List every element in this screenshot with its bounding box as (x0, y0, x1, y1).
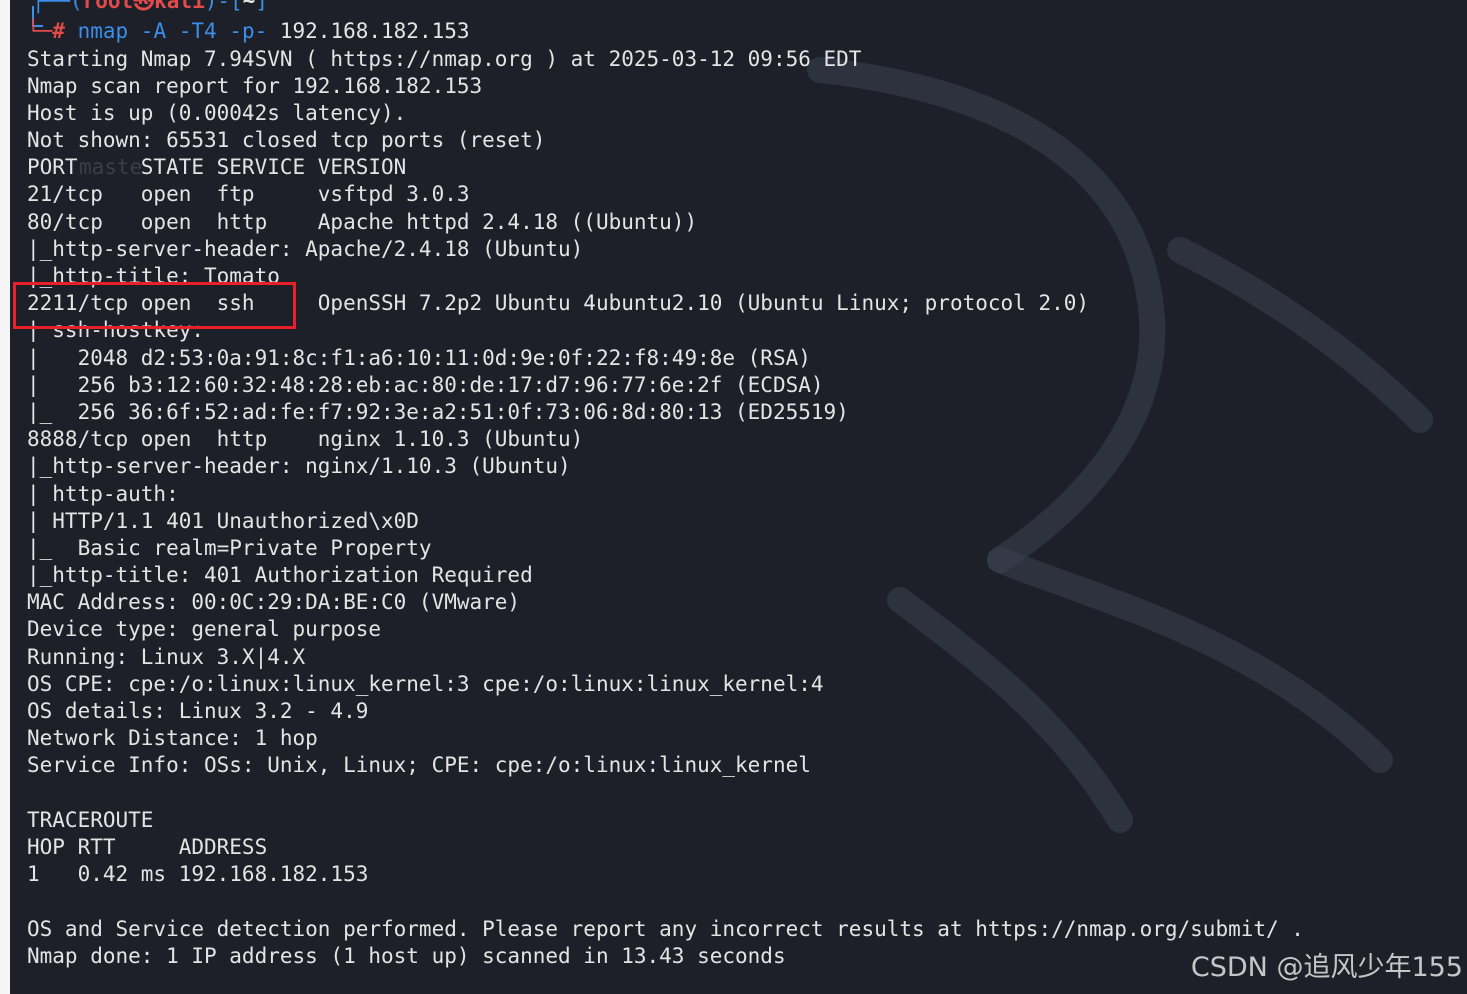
output-line: Network Distance: 1 hop (27, 726, 318, 751)
output-line: 80/tcp open http Apache httpd 2.4.18 ((U… (27, 209, 698, 234)
output-line: PORT STATE SERVICE VERSION (27, 155, 407, 180)
prompt-user: root㉿kali (82, 0, 205, 13)
output-line: OS details: Linux 3.2 - 4.9 (27, 699, 369, 723)
output-line: 1 0.42 ms 192.168.182.153 (27, 862, 369, 887)
prompt-mid-bracket: )-[ (204, 0, 243, 13)
output-line: HOP RTT ADDRESS (27, 834, 268, 859)
output-line: Device type: general purpose (27, 617, 382, 642)
prompt-close-bracket: ] (255, 0, 268, 13)
output-line: Running: Linux 3.X|4.X (27, 644, 306, 669)
output-line: Starting Nmap 7.94SVN ( https://nmap.org… (27, 46, 862, 71)
output-line: | http-auth: (27, 481, 192, 506)
csdn-watermark: CSDN @追风少年155 (1190, 952, 1463, 983)
output-line: Host is up (0.00042s latency). (27, 100, 407, 125)
command-target: 192.168.182.153 (279, 19, 470, 43)
output-line: Not shown: 65531 closed tcp ports (reset… (27, 128, 546, 153)
ssh-port-highlight-box (13, 282, 296, 329)
output-line: |_http-title: 401 Authorization Required (27, 563, 533, 588)
output-line: |_http-server-header: nginx/1.10.3 (Ubun… (27, 454, 571, 479)
command-text: nmap -A -T4 -p- (64, 19, 280, 43)
output-line: |_http-server-header: Apache/2.4.18 (Ubu… (27, 236, 584, 261)
output-line: | HTTP/1.1 401 Unauthorized\x0D (27, 508, 419, 533)
output-line: OS and Service detection performed. Plea… (27, 916, 1304, 941)
terminal-output[interactable]: Starting Nmap 7.94SVN ( https://nmap.org… (27, 46, 1304, 970)
output-line: MAC Address: 00:0C:29:DA:BE:C0 (VMware) (27, 590, 521, 615)
prompt-open-bracket: ┌──( (32, 0, 83, 13)
ghost-overlay-text: maste (79, 155, 143, 179)
output-line: Nmap scan report for 192.168.182.153 (27, 73, 483, 98)
output-line: 8888/tcp open http nginx 1.10.3 (Ubuntu) (27, 427, 584, 452)
output-line: | 256 b3:12:60:32:48:28:eb:ac:80:de:17:d… (27, 372, 824, 397)
output-line: Nmap done: 1 IP address (1 host up) scan… (27, 943, 786, 968)
prompt-header: ┌──(root㉿kali)-[~] (32, 0, 268, 15)
output-line: | 2048 d2:53:0a:91:8c:f1:a6:10:11:0d:9e:… (27, 345, 811, 370)
output-line: Service Info: OSs: Unix, Linux; CPE: cpe… (27, 753, 811, 778)
prompt-cwd: ~ (242, 0, 256, 13)
output-line: 21/tcp open ftp vsftpd 3.0.3 (27, 182, 470, 207)
output-line: |_ 256 36:6f:52:ad:fe:f7:92:3e:a2:51:0f:… (27, 399, 849, 424)
prompt-hash: └─# (27, 19, 65, 43)
command-line[interactable]: └─# nmap -A -T4 -p- 192.168.182.153 (27, 18, 470, 45)
output-line: OS CPE: cpe:/o:linux:linux_kernel:3 cpe:… (27, 671, 824, 696)
output-line: |_ Basic realm=Private Property (27, 535, 432, 560)
output-line: TRACEROUTE (27, 807, 154, 832)
